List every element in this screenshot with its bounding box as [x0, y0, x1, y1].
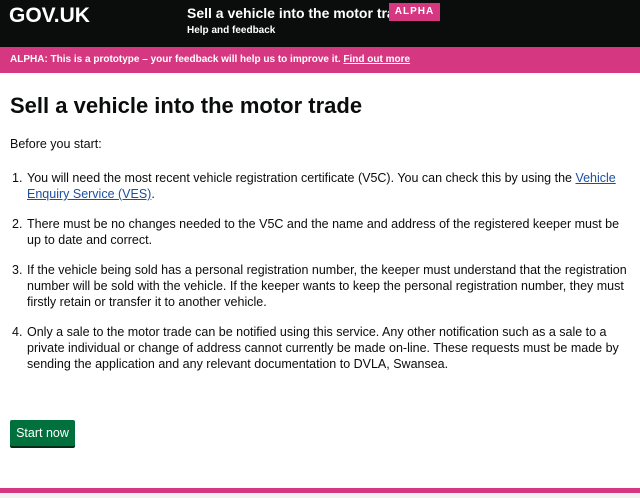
list-item-text: There must be no changes needed to the V…	[27, 217, 620, 247]
phase-tag: ALPHA	[389, 3, 440, 21]
main-content: Sell a vehicle into the motor trade Befo…	[10, 91, 628, 386]
list-item-text: You will need the most recent vehicle re…	[27, 171, 576, 185]
site-footer	[0, 493, 640, 498]
page-title: Sell a vehicle into the motor trade	[10, 93, 363, 118]
help-and-feedback-link[interactable]: Help and feedback	[187, 25, 275, 36]
govuk-logo-link[interactable]: GOV.UK	[9, 4, 90, 28]
list-item-number: 1.	[12, 171, 23, 185]
banner-message: ALPHA: This is a prototype – your feedba…	[10, 54, 341, 65]
list-item: 1. You will need the most recent vehicle…	[10, 170, 628, 202]
list-item-number: 3.	[12, 263, 23, 277]
before-you-start-text: Before you start:	[10, 137, 102, 151]
list-item: 2. There must be no changes needed to th…	[10, 216, 628, 248]
site-header: GOV.UK Sell a vehicle into the motor tra…	[0, 0, 640, 47]
list-item-text: If the vehicle being sold has a personal…	[27, 263, 627, 309]
list-item-number: 2.	[12, 217, 23, 231]
list-item-number: 4.	[12, 325, 23, 339]
phase-banner: ALPHA: This is a prototype – your feedba…	[0, 47, 640, 73]
list-item: 3. If the vehicle being sold has a perso…	[10, 262, 628, 310]
list-item-text-end: .	[151, 187, 155, 201]
requirements-list: 1. You will need the most recent vehicle…	[10, 170, 628, 372]
list-item: 4. Only a sale to the motor trade can be…	[10, 324, 628, 372]
phase-banner-text: ALPHA: This is a prototype – your feedba…	[10, 47, 410, 73]
service-name[interactable]: Sell a vehicle into the motor trade	[187, 5, 411, 21]
start-now-button[interactable]: Start now	[10, 420, 75, 446]
find-out-more-link[interactable]: Find out more	[343, 54, 410, 65]
list-item-text: Only a sale to the motor trade can be no…	[27, 325, 619, 371]
